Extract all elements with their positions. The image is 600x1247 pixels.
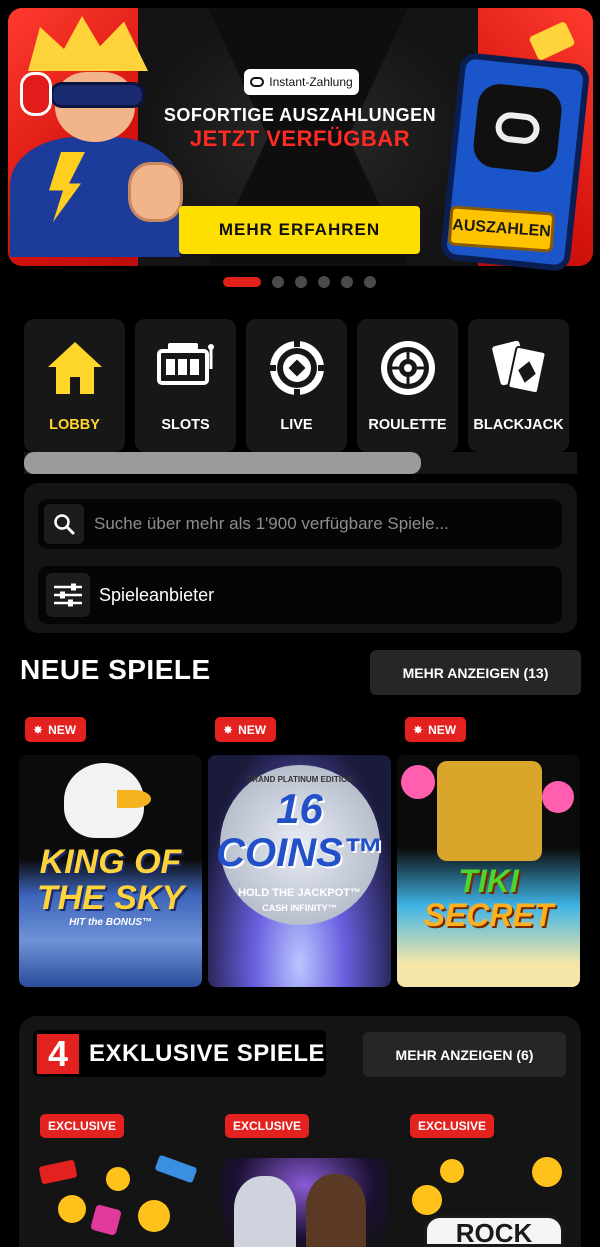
exclusive-badge: EXCLUSIVE (410, 1114, 495, 1138)
coin-icon (106, 1167, 130, 1191)
category-label: SLOTS (161, 417, 210, 433)
carousel-dot[interactable] (364, 276, 376, 288)
banner-headline: SOFORTIGE AUSZAHLUNGEN (163, 105, 437, 125)
search-bar[interactable] (38, 499, 562, 549)
category-label: ROULETTE (368, 417, 447, 433)
game-thumbnail: KING OF THE SKY HIT the BONUS™ (19, 755, 202, 987)
character-illustration (306, 1174, 366, 1247)
category-lobby[interactable]: LOBBY (24, 319, 125, 452)
rock-logo: ROCK (424, 1215, 564, 1247)
exclusive-badge: EXCLUSIVE (225, 1114, 310, 1138)
category-label: BLACKJACK (473, 417, 564, 433)
exclusive-game-card-2[interactable] (222, 1158, 387, 1247)
exclusive-game-card-1[interactable] (38, 1154, 203, 1247)
roulette-icon (380, 341, 435, 395)
new-games-title: NEUE SPIELE (20, 654, 211, 685)
game-card-16-coins[interactable]: GRAND PLATINUM EDITION 16 COINS™ HOLD TH… (208, 715, 391, 987)
carousel-dot[interactable] (272, 276, 284, 288)
payout-label: AUSZAHLEN (447, 205, 556, 253)
new-badge: ✸ NEW (25, 717, 87, 742)
search-icon[interactable] (44, 504, 84, 544)
coin-icon (138, 1200, 170, 1232)
coin-icon (532, 1157, 562, 1187)
game-title-line1: TIKI (458, 863, 519, 899)
pill-label: Instant-Zahlung (269, 75, 353, 89)
tiki-mask-illustration (437, 761, 542, 861)
carousel-indicator (223, 276, 376, 288)
flower-icon (401, 765, 435, 799)
category-label: LIVE (280, 417, 313, 433)
coin-icon (412, 1185, 442, 1215)
search-input[interactable] (94, 514, 554, 534)
cards-icon (491, 340, 546, 395)
coin-icon (58, 1195, 86, 1223)
carousel-dot[interactable] (295, 276, 307, 288)
category-nav: LOBBY SLOTS LIVE ROULETTE BLACKJACK (24, 319, 569, 452)
new-badge: ✸ NEW (405, 717, 467, 742)
exclusive-games-header: 4 EXKLUSIVE SPIELE (33, 1030, 326, 1077)
category-slots[interactable]: SLOTS (135, 319, 236, 452)
game-title-line2: SECRET (423, 897, 554, 933)
sparkle-icon: ✸ (223, 722, 234, 737)
instant-payment-pill: Instant-Zahlung (244, 69, 359, 95)
category-live[interactable]: LIVE (246, 319, 347, 452)
game-title-line1: 16 (276, 785, 323, 832)
game-tagline-2: CASH INFINITY™ (262, 903, 337, 913)
show-more-exclusive-button[interactable]: MEHR ANZEIGEN (6) (363, 1032, 566, 1077)
home-icon (47, 342, 102, 394)
flower-icon (542, 781, 574, 813)
game-card-king-of-the-sky[interactable]: KING OF THE SKY HIT the BONUS™ (19, 715, 202, 987)
character-illustration (234, 1176, 296, 1247)
sparkle-icon: ✸ (413, 722, 424, 737)
brand-logo: 4 (37, 1033, 79, 1074)
game-edition: GRAND PLATINUM EDITION (246, 775, 353, 784)
provider-filter-label: Spieleanbieter (99, 584, 215, 605)
exclusive-games-title: EXKLUSIVE SPIELE (89, 1039, 326, 1067)
category-label: LOBBY (49, 417, 100, 433)
link-icon (250, 77, 265, 87)
game-thumbnail: TIKI SECRET (397, 755, 580, 987)
new-badge: ✸ NEW (215, 717, 277, 742)
show-more-new-button[interactable]: MEHR ANZEIGEN (13) (370, 650, 581, 695)
payment-app-icon (471, 81, 564, 175)
category-blackjack[interactable]: BLACKJACK (468, 319, 569, 452)
game-title-line2: THE SKY (36, 879, 185, 917)
banner-subheadline: JETZT VERFÜGBAR (189, 126, 411, 151)
exclusive-game-card-3[interactable]: ROCK (410, 1155, 575, 1247)
carousel-dot[interactable] (223, 277, 261, 287)
game-tagline: HOLD THE JACKPOT™ (238, 887, 361, 899)
game-title-line1: KING OF (39, 843, 182, 881)
coin-icon (440, 1159, 464, 1183)
learn-more-button[interactable]: MEHR ERFAHREN (179, 206, 420, 254)
exclusive-badge: EXCLUSIVE (40, 1114, 125, 1138)
sliders-icon (46, 573, 90, 617)
game-tagline: HIT the BONUS™ (69, 917, 152, 928)
category-roulette[interactable]: ROULETTE (357, 319, 458, 452)
category-scrollbar-thumb[interactable] (24, 452, 421, 474)
sparkle-icon: ✸ (33, 722, 44, 737)
carousel-dot[interactable] (341, 276, 353, 288)
provider-filter[interactable]: Spieleanbieter (38, 566, 562, 624)
carousel-dot[interactable] (318, 276, 330, 288)
game-thumbnail: GRAND PLATINUM EDITION 16 COINS™ HOLD TH… (208, 755, 391, 987)
game-card-tiki-secret[interactable]: TIKI SECRET (397, 715, 580, 987)
game-title-line2: COINS™ (216, 831, 383, 875)
chip-icon (269, 341, 324, 395)
slot-machine-icon (156, 343, 214, 385)
